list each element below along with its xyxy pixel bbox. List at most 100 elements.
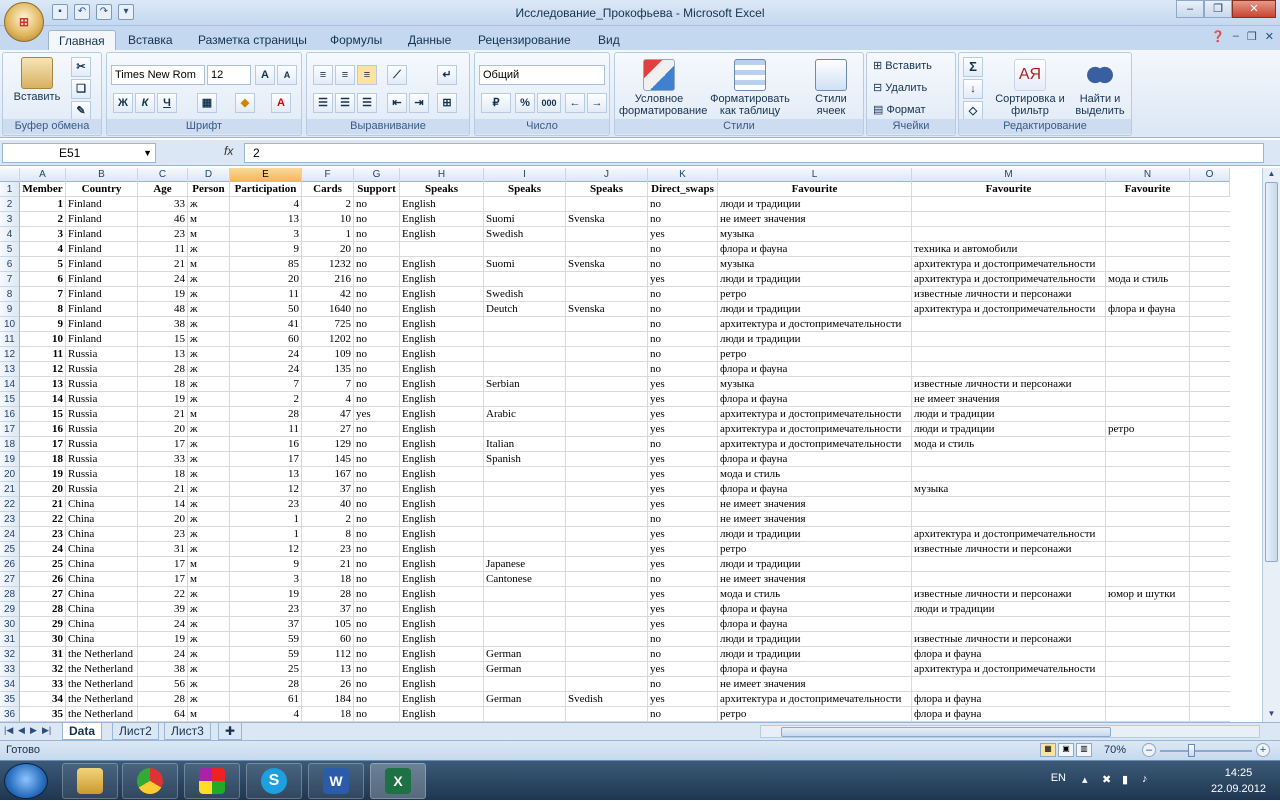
cell[interactable]: Italian <box>484 437 566 452</box>
cell[interactable]: известные личности и персонажи <box>912 287 1106 302</box>
cell[interactable]: yes <box>648 392 718 407</box>
cell[interactable]: 41 <box>230 317 302 332</box>
cell[interactable] <box>566 482 648 497</box>
cell[interactable]: yes <box>648 227 718 242</box>
cell[interactable]: yes <box>648 497 718 512</box>
cell[interactable]: Finland <box>66 227 138 242</box>
select-all-corner[interactable] <box>0 168 20 182</box>
decrease-decimal-icon[interactable]: → <box>587 93 607 113</box>
cell[interactable]: люди и традиции <box>912 407 1106 422</box>
cell[interactable] <box>566 242 648 257</box>
cell[interactable]: no <box>354 302 400 317</box>
cell[interactable]: Suomi <box>484 257 566 272</box>
cell[interactable]: 12 <box>230 542 302 557</box>
cell[interactable]: ретро <box>718 347 912 362</box>
column-title[interactable]: Person <box>188 182 230 197</box>
cell[interactable]: м <box>188 257 230 272</box>
italic-button[interactable]: К <box>135 93 155 113</box>
column-title[interactable]: Speaks <box>400 182 484 197</box>
cell[interactable]: English <box>400 287 484 302</box>
cell[interactable]: 3 <box>230 572 302 587</box>
cell[interactable] <box>912 497 1106 512</box>
ribbon-minimize-icon[interactable]: – <box>1233 30 1239 43</box>
cell[interactable]: no <box>354 602 400 617</box>
cell[interactable] <box>1106 392 1190 407</box>
cell[interactable] <box>484 362 566 377</box>
cell[interactable]: 17 <box>138 572 188 587</box>
taskbar-excel[interactable]: X <box>370 763 426 799</box>
cell[interactable]: м <box>188 572 230 587</box>
cell[interactable]: yes <box>648 377 718 392</box>
cell[interactable]: no <box>648 707 718 722</box>
cell[interactable] <box>566 677 648 692</box>
cell[interactable]: 18 <box>138 377 188 392</box>
column-title[interactable]: Speaks <box>566 182 648 197</box>
cell[interactable] <box>1106 227 1190 242</box>
taskbar-explorer[interactable] <box>62 763 118 799</box>
cell[interactable]: English <box>400 602 484 617</box>
cell[interactable]: no <box>648 302 718 317</box>
column-header-g[interactable]: G <box>354 168 400 182</box>
cell[interactable]: 2 <box>302 512 354 527</box>
cell[interactable]: архитектура и достопримечательности <box>718 317 912 332</box>
office-button[interactable]: ⊞ <box>4 2 44 42</box>
column-header-d[interactable]: D <box>188 168 230 182</box>
cell[interactable]: люди и традиции <box>718 632 912 647</box>
cell[interactable]: yes <box>648 272 718 287</box>
orientation-icon[interactable]: ⟋ <box>387 65 407 85</box>
cell[interactable]: 5 <box>20 257 66 272</box>
cell[interactable]: 24 <box>138 272 188 287</box>
cell[interactable] <box>484 587 566 602</box>
cell[interactable] <box>400 242 484 257</box>
cell[interactable]: 13 <box>230 212 302 227</box>
start-button[interactable] <box>4 763 48 799</box>
cell[interactable] <box>912 617 1106 632</box>
cell[interactable]: 21 <box>138 407 188 422</box>
cell[interactable]: 3 <box>230 227 302 242</box>
row-header[interactable]: 5 <box>0 242 20 257</box>
cell[interactable]: 37 <box>230 617 302 632</box>
cell[interactable]: 21 <box>138 257 188 272</box>
cell[interactable]: English <box>400 677 484 692</box>
column-title[interactable] <box>1190 182 1230 197</box>
cell[interactable] <box>566 437 648 452</box>
cell[interactable]: Finland <box>66 242 138 257</box>
cell[interactable]: 17 <box>138 557 188 572</box>
cell[interactable]: 17 <box>20 437 66 452</box>
cell[interactable]: люди и традиции <box>912 422 1106 437</box>
cell[interactable]: 12 <box>20 362 66 377</box>
cell[interactable] <box>912 467 1106 482</box>
cell[interactable]: люди и традиции <box>718 332 912 347</box>
cell[interactable]: 1 <box>230 512 302 527</box>
cell[interactable] <box>566 287 648 302</box>
cell[interactable]: no <box>354 437 400 452</box>
cell[interactable]: 60 <box>302 632 354 647</box>
cell[interactable]: no <box>354 257 400 272</box>
cell[interactable]: 27 <box>20 587 66 602</box>
cell[interactable]: 22 <box>20 512 66 527</box>
cell[interactable]: архитектура и достопримечательности <box>912 257 1106 272</box>
cell[interactable]: флора и фауна <box>718 602 912 617</box>
cell[interactable]: 9 <box>230 242 302 257</box>
bold-button[interactable]: Ж <box>113 93 133 113</box>
cell[interactable]: архитектура и достопримечательности <box>718 692 912 707</box>
row-header[interactable]: 4 <box>0 227 20 242</box>
cell[interactable]: 25 <box>230 662 302 677</box>
taskbar-chrome[interactable] <box>122 763 178 799</box>
row-header[interactable]: 14 <box>0 377 20 392</box>
cell[interactable]: English <box>400 332 484 347</box>
cell[interactable]: China <box>66 512 138 527</box>
cell[interactable]: no <box>354 362 400 377</box>
cell[interactable] <box>566 347 648 362</box>
cell[interactable]: no <box>354 452 400 467</box>
format-cells-button[interactable]: ▤ Формат <box>873 103 926 117</box>
cell[interactable]: no <box>648 332 718 347</box>
cell[interactable]: архитектура и достопримечательности <box>718 437 912 452</box>
cell[interactable] <box>1106 572 1190 587</box>
cell[interactable]: 28 <box>230 407 302 422</box>
cell[interactable]: 33 <box>138 452 188 467</box>
new-sheet-icon[interactable]: ✚ <box>218 723 242 740</box>
autosum-button[interactable]: Σ <box>963 57 983 77</box>
cell[interactable]: 27 <box>302 422 354 437</box>
cell[interactable]: no <box>354 647 400 662</box>
